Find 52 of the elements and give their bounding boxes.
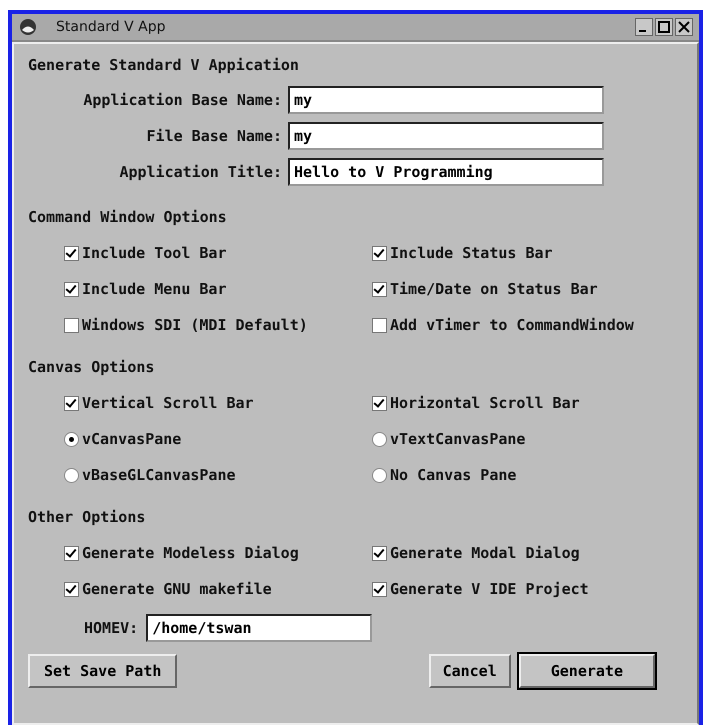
radio-button[interactable]	[372, 432, 387, 446]
option-label: Windows SDI (MDI Default)	[82, 316, 308, 334]
section-title: Command Window Options	[28, 208, 228, 228]
input-field[interactable]: my	[288, 122, 604, 150]
option-label: Time/Date on Status Bar	[390, 280, 598, 298]
checkbox[interactable]	[372, 582, 387, 596]
checkbox[interactable]	[372, 546, 387, 560]
option-label: vCanvasPane	[82, 430, 182, 448]
radio-button[interactable]	[64, 468, 79, 482]
checkbox[interactable]	[372, 396, 387, 410]
option-label: Generate GNU makefile	[82, 580, 272, 598]
minimize-icon[interactable]	[635, 18, 653, 36]
dialog-heading: Generate Standard V Appication	[28, 56, 300, 76]
input-field[interactable]: /home/tswan	[146, 614, 372, 642]
close-icon[interactable]	[675, 18, 693, 36]
option-label: Include Menu Bar	[82, 280, 226, 298]
checkbox[interactable]	[372, 282, 387, 296]
radio-button[interactable]	[372, 468, 387, 482]
checkbox[interactable]	[64, 246, 79, 260]
field-label: File Base Name:	[146, 127, 282, 145]
window-title: Standard V App	[56, 19, 166, 35]
checkbox[interactable]	[64, 318, 79, 332]
input-field[interactable]: my	[288, 86, 604, 114]
dialog-button[interactable]: Cancel	[428, 654, 511, 688]
option-label: vTextCanvasPane	[390, 430, 526, 448]
radio-button[interactable]	[64, 432, 79, 446]
section-title: Canvas Options	[28, 358, 156, 378]
maximize-icon[interactable]	[655, 18, 673, 36]
field-label: Application Base Name:	[82, 91, 282, 109]
option-label: Include Tool Bar	[82, 244, 226, 262]
field-label: HOMEV:	[84, 619, 138, 637]
option-label: Generate Modal Dialog	[390, 544, 580, 562]
option-label: Generate Modeless Dialog	[82, 544, 299, 562]
option-label: vBaseGLCanvasPane	[82, 466, 236, 484]
app-icon	[18, 17, 38, 37]
checkbox[interactable]	[372, 246, 387, 260]
option-label: Vertical Scroll Bar	[82, 394, 254, 412]
checkbox[interactable]	[372, 318, 387, 332]
option-label: Include Status Bar	[390, 244, 553, 262]
option-label: No Canvas Pane	[390, 466, 516, 484]
field-label: Application Title:	[118, 163, 282, 181]
checkbox[interactable]	[64, 582, 79, 596]
checkbox[interactable]	[64, 396, 79, 410]
dialog-button[interactable]: Generate	[518, 654, 655, 688]
checkbox[interactable]	[64, 282, 79, 296]
section-title: Other Options	[28, 508, 146, 528]
dialog-button[interactable]: Set Save Path	[28, 654, 178, 688]
option-label: Add vTimer to CommandWindow	[390, 316, 634, 334]
checkbox[interactable]	[64, 546, 79, 560]
input-field[interactable]: Hello to V Programming	[288, 158, 604, 186]
option-label: Horizontal Scroll Bar	[390, 394, 580, 412]
option-label: Generate V IDE Project	[390, 580, 589, 598]
